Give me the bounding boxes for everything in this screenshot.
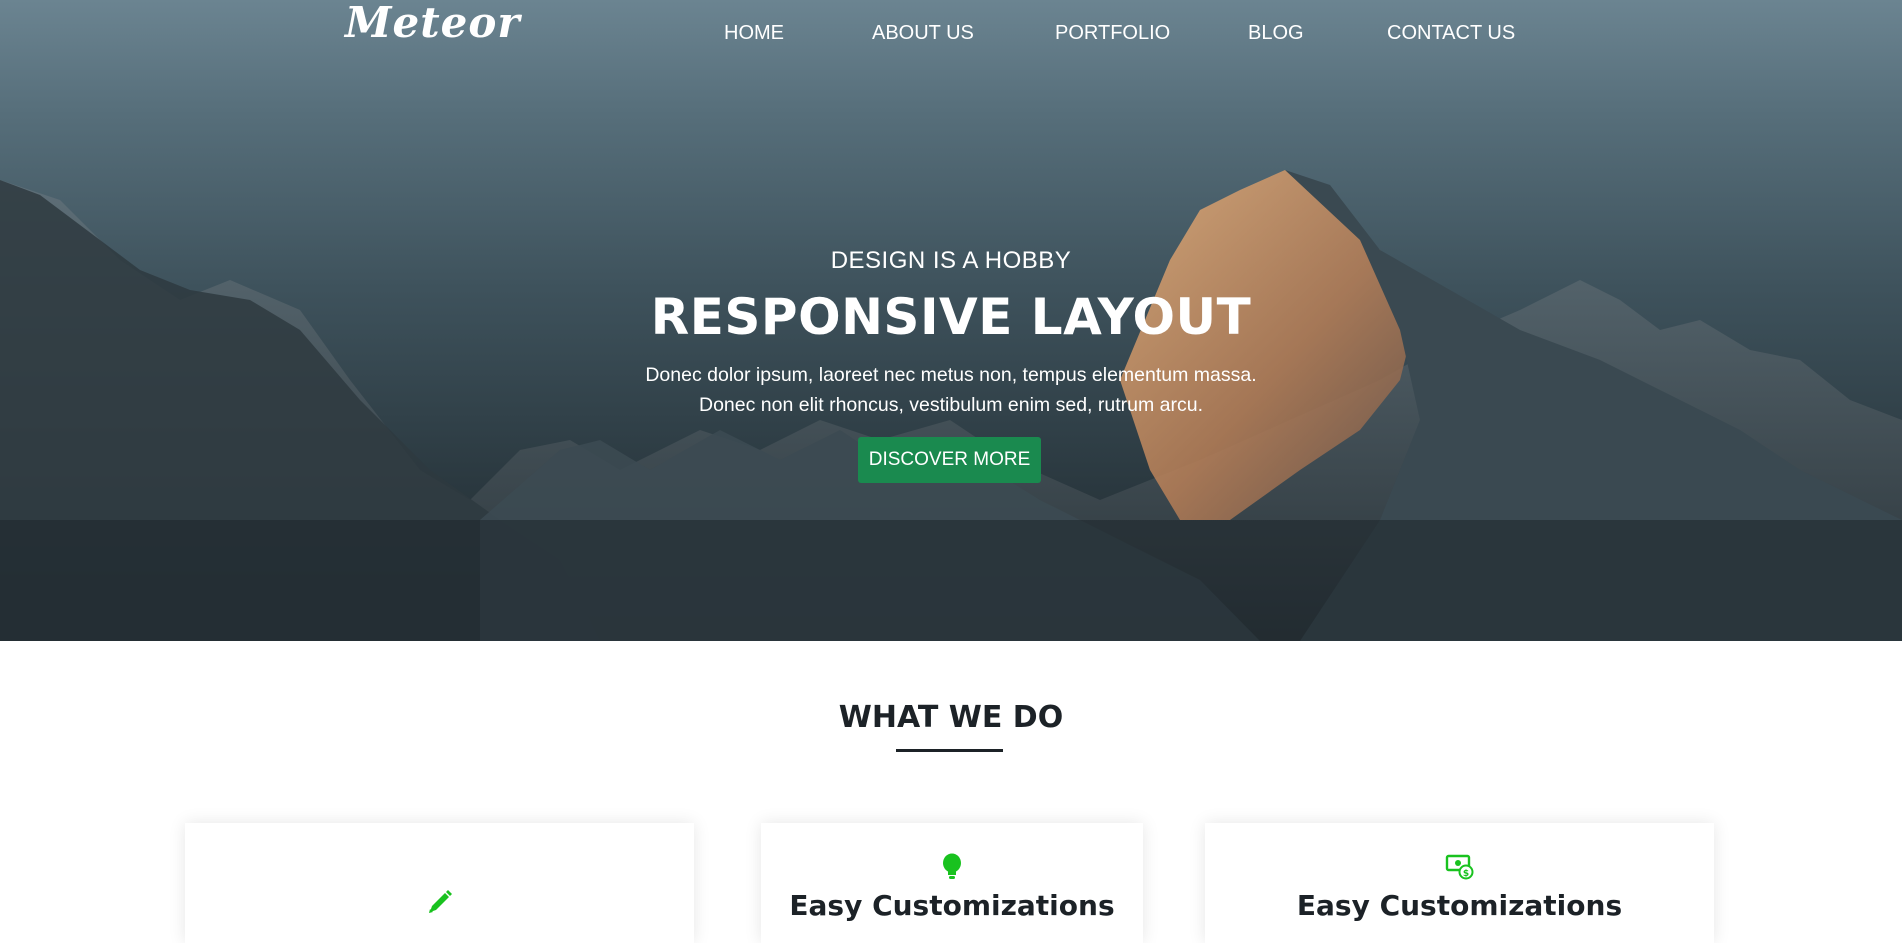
lightbulb-icon [940,853,964,885]
svg-text:$: $ [1463,869,1469,879]
section-title-underline [896,749,1003,752]
hero-description-line-2: Donec non elit rhoncus, vestibulum enim … [699,394,1203,416]
feature-card-2-title: Easy Customizations [789,889,1115,922]
hero-eyebrow: DESIGN IS A HOBBY [830,247,1072,274]
discover-more-button[interactable]: DISCOVER MORE [858,437,1041,483]
section-title: WHAT WE DO [838,700,1064,735]
main-navigation: HOME ABOUT US PORTFOLIO BLOG CONTACT US [0,20,1902,50]
feature-card-3-title: Easy Customizations [1296,889,1623,922]
nav-link-about-us[interactable]: ABOUT US [872,22,974,45]
hero-description-line-1: Donec dolor ipsum, laoreet nec metus non… [645,364,1257,386]
feature-card-2: Easy Customizations [761,823,1143,943]
hero-headline: RESPONSIVE LAYOUT [650,288,1252,346]
nav-link-home[interactable]: HOME [724,22,784,45]
nav-link-blog[interactable]: BLOG [1248,22,1304,45]
hero-description: Donec dolor ipsum, laoreet nec metus non… [0,360,1902,420]
pencil-icon [426,888,454,920]
feature-card-3: $ Easy Customizations [1205,823,1714,943]
money-icon: $ [1445,853,1475,885]
feature-card-1 [185,823,694,943]
hero-section: Meteor HOME ABOUT US PORTFOLIO BLOG CONT… [0,0,1902,641]
nav-link-contact-us[interactable]: CONTACT US [1387,22,1515,45]
nav-link-portfolio[interactable]: PORTFOLIO [1055,22,1170,45]
